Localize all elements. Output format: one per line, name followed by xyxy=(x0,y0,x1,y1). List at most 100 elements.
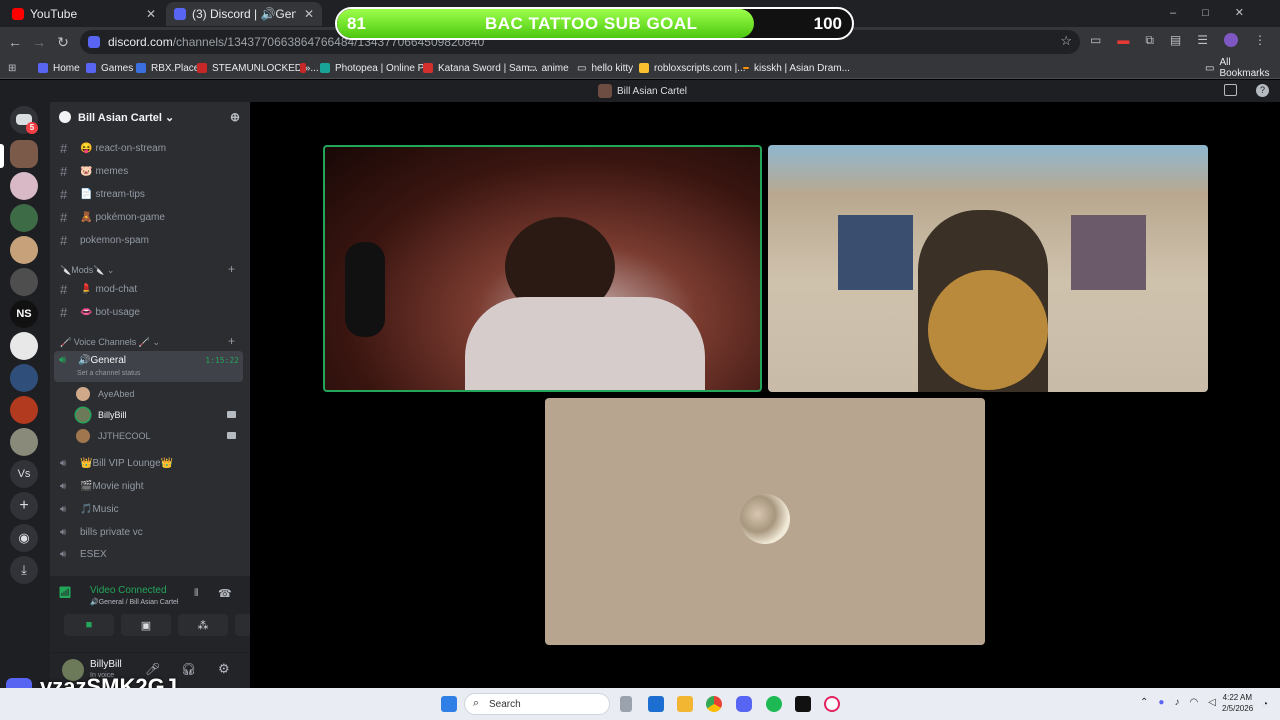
all-bookmarks[interactable]: ▭ All Bookmarks xyxy=(1205,57,1280,79)
volume-icon[interactable]: ◁ xyxy=(1208,697,1216,708)
discord-icon[interactable] xyxy=(736,696,752,712)
server-bill-asian-cartel[interactable] xyxy=(10,140,38,168)
add-server-icon[interactable]: + xyxy=(10,492,38,520)
activities-button[interactable]: ⁂ xyxy=(178,614,228,636)
voice-user[interactable]: BillyBill xyxy=(76,405,242,425)
discover-icon[interactable]: ◉ xyxy=(10,524,38,552)
reload-icon[interactable]: ↻ xyxy=(52,31,74,53)
voice-channel-vip[interactable]: 🔊︎ 👑Bill VIP Lounge👑 xyxy=(60,453,242,473)
server-vs-icon[interactable]: Vs xyxy=(10,460,38,488)
microphone-icon[interactable]: ♪ xyxy=(1174,697,1179,708)
bookmark-home[interactable]: Home xyxy=(38,59,80,77)
camera-button[interactable]: ■ xyxy=(64,614,114,636)
site-info-icon[interactable] xyxy=(88,36,100,48)
add-channel-icon[interactable]: + xyxy=(228,334,235,348)
channel-stream-tips[interactable]: # 📄 stream-tips xyxy=(60,184,242,204)
server-icon[interactable] xyxy=(10,396,38,424)
tab-youtube[interactable]: YouTube ✕ xyxy=(4,2,164,26)
wifi-icon[interactable]: ◠ xyxy=(1189,697,1198,708)
discord-tray-icon[interactable]: ● xyxy=(1158,697,1164,708)
channel-status-hint[interactable]: Set a channel status xyxy=(77,370,140,377)
channel-memes[interactable]: # 🐷 memes xyxy=(60,161,242,181)
bookmark-robloxscripts[interactable]: robloxscripts.com |... xyxy=(639,59,746,77)
video-tile-camera-off[interactable] xyxy=(545,398,985,645)
inbox-icon[interactable] xyxy=(1224,84,1237,96)
task-view-icon[interactable] xyxy=(620,696,632,712)
bookmark-red[interactable] xyxy=(300,59,311,77)
queue-icon[interactable]: ☰ xyxy=(1197,33,1208,48)
widgets-icon[interactable] xyxy=(648,696,664,712)
channel-react-on-stream[interactable]: # 😝 react-on-stream xyxy=(60,138,242,158)
extension-icon[interactable]: ▬ xyxy=(1117,33,1129,48)
server-icon[interactable] xyxy=(10,204,38,232)
puzzle-icon[interactable]: ⧉ xyxy=(1145,33,1154,48)
close-icon[interactable]: ✕ xyxy=(304,7,314,21)
clock[interactable]: 4:22 AM 2/5/2026 xyxy=(1222,693,1253,713)
bookmark-katana[interactable]: Katana Sword | Sam... xyxy=(423,59,538,77)
voice-channel-movie[interactable]: 🔊︎ 🎬Movie night xyxy=(60,476,242,496)
channel-pokemon-spam[interactable]: # pokemon-spam xyxy=(60,230,242,250)
voice-channel-music[interactable]: 🔊︎ 🎵Music xyxy=(60,499,242,519)
server-icon[interactable] xyxy=(10,428,38,456)
video-tile[interactable] xyxy=(768,145,1208,392)
channel-mod-chat[interactable]: # 💄 mod-chat xyxy=(60,279,242,299)
extension-icon[interactable]: ▭ xyxy=(1090,33,1101,48)
invite-user-icon[interactable]: ⊕ xyxy=(230,110,240,124)
star-icon[interactable]: ☆ xyxy=(1060,33,1072,49)
voice-channel-general[interactable]: 🔊︎ 🔊General 1:15:22 Set a channel status xyxy=(54,351,243,382)
channel-bot-usage[interactable]: # 👄 bot-usage xyxy=(60,302,242,322)
server-icon[interactable] xyxy=(10,268,38,296)
bookmark-photopea[interactable]: Photopea | Online P... xyxy=(320,59,431,77)
server-icon[interactable] xyxy=(10,364,38,392)
bookmark-hello-kitty[interactable]: ▭ hello kitty xyxy=(577,59,633,77)
chevron-up-icon[interactable]: ⌃ xyxy=(1140,697,1148,708)
profile-avatar[interactable] xyxy=(1224,33,1239,47)
app-icon[interactable] xyxy=(795,696,811,712)
server-icon[interactable] xyxy=(10,236,38,264)
goal-current: 81 xyxy=(347,14,366,33)
voice-user[interactable]: AyeAbed xyxy=(76,384,242,404)
chrome-icon[interactable] xyxy=(706,696,722,712)
voice-channel-name: 🔊General xyxy=(78,355,127,366)
download-icon[interactable]: ⤓ xyxy=(10,556,38,584)
back-icon[interactable]: ← xyxy=(4,31,26,53)
window-controls[interactable]: –□✕ xyxy=(1170,6,1270,19)
file-explorer-icon[interactable] xyxy=(677,696,693,712)
discord-home-icon[interactable]: 5 xyxy=(10,106,38,134)
media-icon[interactable]: ▤ xyxy=(1170,33,1181,48)
screen-share-button[interactable]: ▣ xyxy=(121,614,171,636)
server-header[interactable]: Bill Asian Cartel ⌄ ⊕ xyxy=(50,102,250,136)
category-mods[interactable]: 🔪Mods🔪 ⌄ xyxy=(60,265,114,276)
help-icon[interactable]: ? xyxy=(1256,84,1269,97)
spotify-icon[interactable] xyxy=(766,696,782,712)
notification-icon[interactable]: ◔ xyxy=(1262,699,1268,710)
forward-icon[interactable]: → xyxy=(28,31,50,53)
voice-location[interactable]: 🔊General / Bill Asian Cartel xyxy=(90,598,178,606)
bookmark-rbx[interactable]: RBX.Place xyxy=(136,59,199,77)
video-tile-active[interactable] xyxy=(323,145,762,392)
bookmark-anime[interactable]: ▭ anime xyxy=(527,59,569,77)
disconnect-icon[interactable]: ☎︎ xyxy=(218,587,232,600)
channel-pokemon-game[interactable]: # 🧸 pokémon-game xyxy=(60,207,242,227)
noise-suppression-icon[interactable]: ⦀ xyxy=(194,588,198,599)
taskbar-search[interactable]: ⌕ Search xyxy=(464,693,610,715)
bookmark-kisskh[interactable]: kisskh | Asian Dram... xyxy=(743,59,850,77)
start-icon[interactable] xyxy=(441,696,457,712)
tab-discord[interactable]: (3) Discord | 🔊General | Bi ✕ xyxy=(166,2,322,26)
menu-icon[interactable]: ⋮ xyxy=(1254,33,1266,48)
signal-icon[interactable]: 📶︎ xyxy=(58,586,72,599)
server-ns-icon[interactable]: NS xyxy=(10,300,38,328)
server-icon[interactable] xyxy=(10,172,38,200)
gear-icon[interactable]: ⚙ xyxy=(218,661,230,677)
apps-grid-icon[interactable]: ⊞ xyxy=(8,59,16,77)
server-icon[interactable] xyxy=(10,332,38,360)
voice-user[interactable]: JJTHECOOL xyxy=(76,426,242,446)
add-channel-icon[interactable]: + xyxy=(228,262,235,276)
close-icon[interactable]: ✕ xyxy=(146,7,156,21)
voice-channel-esex[interactable]: 🔊︎ ESEX xyxy=(60,544,242,564)
bookmark-games[interactable]: Games xyxy=(86,59,133,77)
opera-icon[interactable] xyxy=(824,696,840,712)
voice-channel-private[interactable]: 🔊︎ bills private vc xyxy=(60,522,242,542)
category-voice[interactable]: 🦯 Voice Channels 🦯 ⌄ xyxy=(60,337,160,348)
headphones-icon[interactable]: 🎧︎ xyxy=(181,662,196,676)
